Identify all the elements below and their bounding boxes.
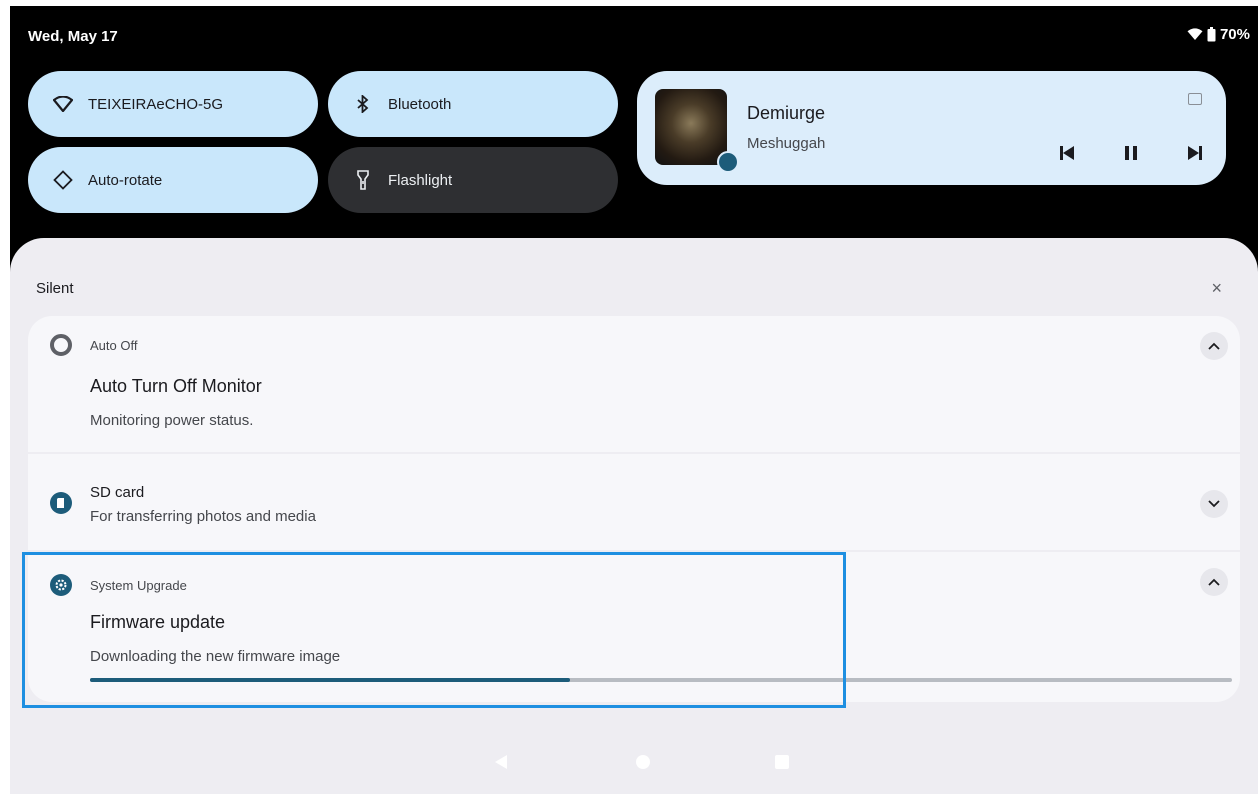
home-icon — [636, 755, 650, 769]
notification-app-name: Auto Off — [90, 338, 138, 353]
wifi-icon — [52, 93, 74, 115]
bluetooth-tile-label: Bluetooth — [388, 95, 452, 113]
skip-next-icon — [1188, 146, 1202, 160]
wifi-tile[interactable]: TEIXEIRAeCHO-5G — [28, 71, 318, 137]
nav-back-button[interactable] — [494, 754, 508, 775]
status-icons: 70% — [1187, 26, 1250, 43]
flashlight-tile[interactable]: Flashlight — [328, 147, 618, 213]
bluetooth-tile[interactable]: Bluetooth — [328, 71, 618, 137]
sd-card-icon — [50, 492, 72, 514]
previous-track-button[interactable] — [1055, 141, 1079, 165]
section-header-silent: Silent — [36, 280, 74, 297]
collapse-button[interactable] — [1200, 332, 1228, 360]
download-progress-bar — [90, 678, 1232, 682]
nav-recents-button[interactable] — [774, 754, 790, 775]
media-title: Demiurge — [747, 103, 826, 123]
spotify-icon — [717, 151, 739, 173]
battery-icon — [1207, 27, 1216, 42]
chevron-up-icon — [1208, 342, 1220, 350]
recents-icon — [775, 755, 789, 769]
auto-rotate-icon — [52, 169, 74, 191]
notification-body: For transferring photos and media — [90, 508, 316, 525]
notification-title: Auto Turn Off Monitor — [90, 376, 262, 396]
output-device-icon[interactable] — [1188, 93, 1202, 105]
media-player-card[interactable]: Demiurge Meshuggah — [637, 71, 1226, 185]
album-art — [655, 89, 727, 165]
notification-app-name: System Upgrade — [90, 578, 187, 593]
auto-rotate-tile[interactable]: Auto-rotate — [28, 147, 318, 213]
nav-home-button[interactable] — [635, 754, 651, 775]
wifi-status-icon — [1187, 28, 1203, 40]
notification-body: Monitoring power status. — [90, 412, 254, 429]
back-icon — [495, 755, 507, 769]
status-date: Wed, May 17 — [28, 28, 118, 45]
bluetooth-icon — [352, 93, 374, 115]
chevron-down-icon — [1208, 500, 1220, 508]
clear-all-button[interactable]: × — [1211, 278, 1222, 299]
flashlight-icon — [352, 169, 374, 191]
notification-auto-off[interactable]: Auto Off Auto Turn Off Monitor Monitorin… — [28, 316, 1240, 452]
pause-button[interactable] — [1119, 141, 1143, 165]
notification-title: Firmware update — [90, 612, 226, 632]
flashlight-tile-label: Flashlight — [388, 171, 453, 189]
chevron-up-icon — [1208, 578, 1220, 586]
pause-icon — [1125, 146, 1137, 160]
notification-body: Downloading the new firmware image — [90, 648, 341, 665]
gear-icon — [50, 574, 72, 596]
wifi-tile-label: TEIXEIRAeCHO-5G — [88, 95, 224, 113]
media-artist: Meshuggah — [747, 135, 826, 152]
next-track-button[interactable] — [1183, 141, 1207, 165]
notification-sd-card[interactable]: SD card For transferring photos and medi… — [28, 454, 1240, 550]
device-screen: Wed, May 17 70% TEIXEIRAeCHO-5G Bluetoot… — [10, 6, 1258, 794]
collapse-button[interactable] — [1200, 568, 1228, 596]
ring-icon — [50, 334, 72, 356]
download-progress-fill — [90, 678, 570, 682]
notification-system-upgrade[interactable]: System Upgrade Firmware update Downloadi… — [28, 552, 1240, 702]
battery-percent: 70% — [1219, 26, 1250, 43]
expand-button[interactable] — [1200, 490, 1228, 518]
auto-rotate-tile-label: Auto-rotate — [88, 171, 163, 189]
skip-previous-icon — [1060, 146, 1074, 160]
notification-title: SD card — [90, 484, 145, 501]
notification-shade: Silent × Auto Off Auto Turn Off Monitor … — [10, 238, 1258, 794]
